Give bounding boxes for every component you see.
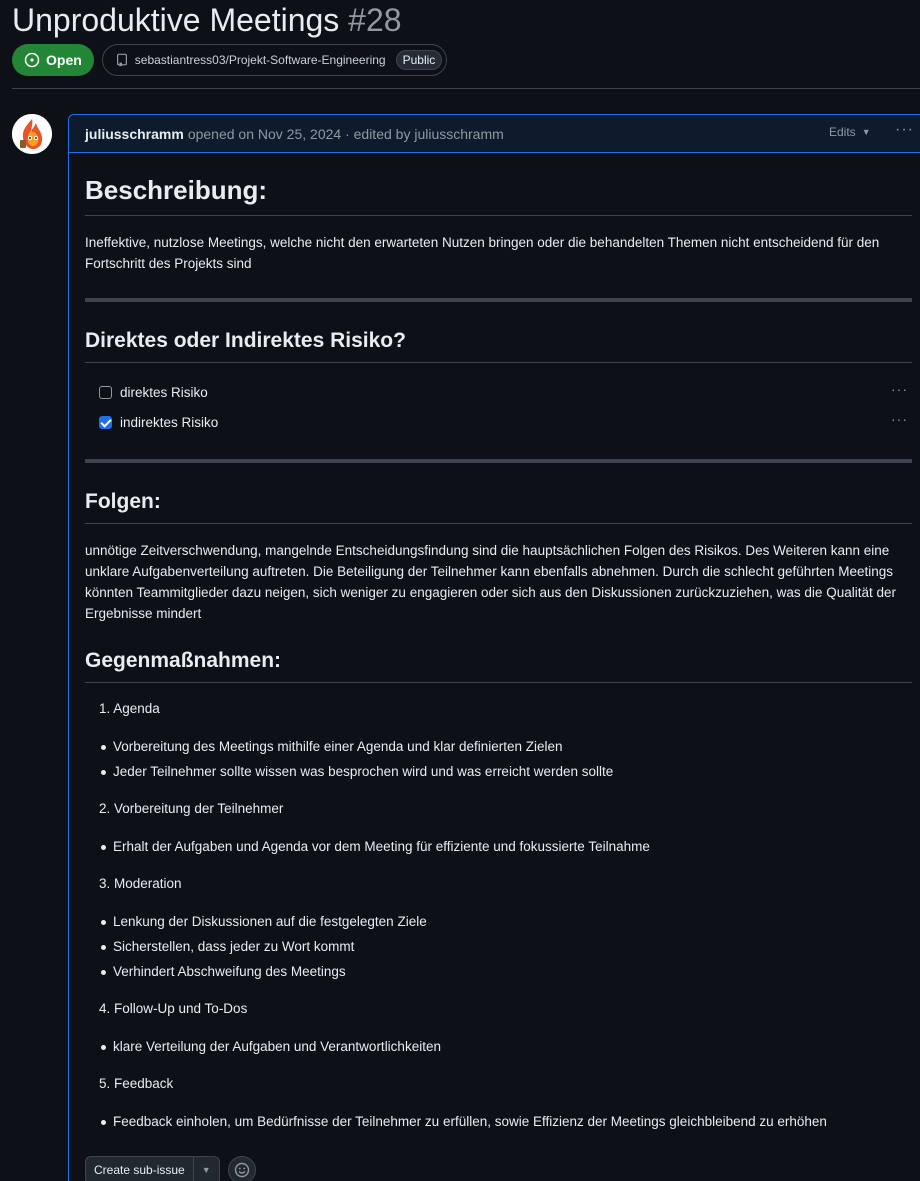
list-item: Jeder Teilnehmer sollte wissen was bespr… [85, 759, 912, 784]
measures-list: 1. Agenda Vorbereitung des Meetings mith… [85, 699, 912, 1134]
task-list: direktes Risiko ··· indirektes Risiko ··… [85, 377, 912, 437]
list-item: Erhalt der Aufgaben und Agenda vor dem M… [85, 834, 912, 859]
issue-meta: Open sebastiantress03/Projekt-Software-E… [12, 44, 448, 76]
repo-icon [116, 53, 127, 67]
comment-author[interactable]: juliusschramm [85, 126, 184, 142]
heading-gegenmassnahmen: Gegenmaßnahmen: [85, 646, 912, 683]
task-checkbox-indirektes[interactable] [99, 415, 112, 429]
task-more-icon[interactable]: ··· [891, 411, 908, 427]
task-checkbox-direktes[interactable] [99, 385, 112, 399]
avatar[interactable] [12, 114, 52, 154]
comment-body: Beschreibung: Ineffektive, nutzlose Meet… [69, 173, 920, 1181]
state-badge: Open [12, 44, 94, 76]
beschreibung-text: Ineffektive, nutzlose Meetings, welche n… [85, 235, 880, 271]
triangle-down-icon: ▼ [861, 127, 871, 137]
issue-title: Unproduktive Meetings #28 [12, 0, 402, 40]
comment-footer: Create sub-issue ▼ [85, 1156, 912, 1181]
header-divider [12, 88, 920, 89]
task-item: direktes Risiko ··· [85, 377, 912, 407]
state-label: Open [46, 52, 82, 68]
list-item: Vorbereitung des Meetings mithilfe einer… [85, 734, 912, 759]
section-divider [85, 298, 912, 302]
task-more-icon[interactable]: ··· [891, 381, 908, 397]
add-reaction-button[interactable] [227, 1156, 256, 1181]
list-item: Lenkung der Diskussionen auf die festgel… [85, 909, 912, 934]
issue-number: #28 [348, 2, 402, 38]
repo-name: sebastiantress03/Projekt-Software-Engine… [134, 53, 386, 67]
heading-risiko: Direktes oder Indirektes Risiko? [85, 326, 912, 363]
list-item: klare Verteilung der Aufgaben und Verant… [85, 1034, 912, 1059]
smiley-icon [234, 1162, 249, 1178]
section-divider [85, 459, 912, 463]
repo-link[interactable]: sebastiantress03/Projekt-Software-Engine… [101, 44, 448, 76]
task-label: direktes Risiko [120, 384, 208, 400]
task-item: indirektes Risiko ··· [85, 407, 912, 437]
list-item: Feedback einholen, um Bedürfnisse der Te… [85, 1109, 912, 1134]
comment-more-icon[interactable]: ··· [895, 121, 914, 139]
comment-meta: opened on Nov 25, 2024 · edited by juliu… [187, 125, 504, 142]
heading-beschreibung: Beschreibung: [85, 173, 912, 216]
folgen-text: unnötige Zeitverschwendung, mangelnde En… [85, 543, 896, 621]
task-label: indirektes Risiko [120, 414, 219, 430]
edits-label: Edits [829, 125, 856, 139]
triangle-down-icon[interactable]: ▼ [192, 1157, 219, 1181]
measure-heading: 2. Vorbereitung der Teilnehmer [99, 801, 284, 816]
measure-heading: 1. Agenda [99, 701, 160, 716]
avatar-flame-icon [12, 114, 52, 154]
issue-open-icon [24, 52, 40, 68]
visibility-badge: Public [395, 50, 443, 70]
list-item: Sicherstellen, dass jeder zu Wort kommt [85, 934, 912, 959]
list-item: Verhindert Abschweifung des Meetings [85, 959, 912, 984]
edits-dropdown[interactable]: Edits ▼ [829, 125, 871, 139]
create-sub-issue-label: Create sub-issue [94, 1163, 185, 1177]
measure-heading: 4. Follow-Up und To-Dos [99, 1001, 248, 1016]
create-sub-issue-button[interactable]: Create sub-issue ▼ [85, 1156, 220, 1181]
comment-header: juliusschramm opened on Nov 25, 2024 · e… [69, 115, 920, 153]
issue-body-comment: juliusschramm opened on Nov 25, 2024 · e… [68, 114, 920, 1181]
heading-folgen: Folgen: [85, 487, 912, 524]
measure-heading: 5. Feedback [99, 1076, 174, 1091]
measure-heading: 3. Moderation [99, 876, 182, 891]
issue-title-text: Unproduktive Meetings [12, 2, 340, 38]
